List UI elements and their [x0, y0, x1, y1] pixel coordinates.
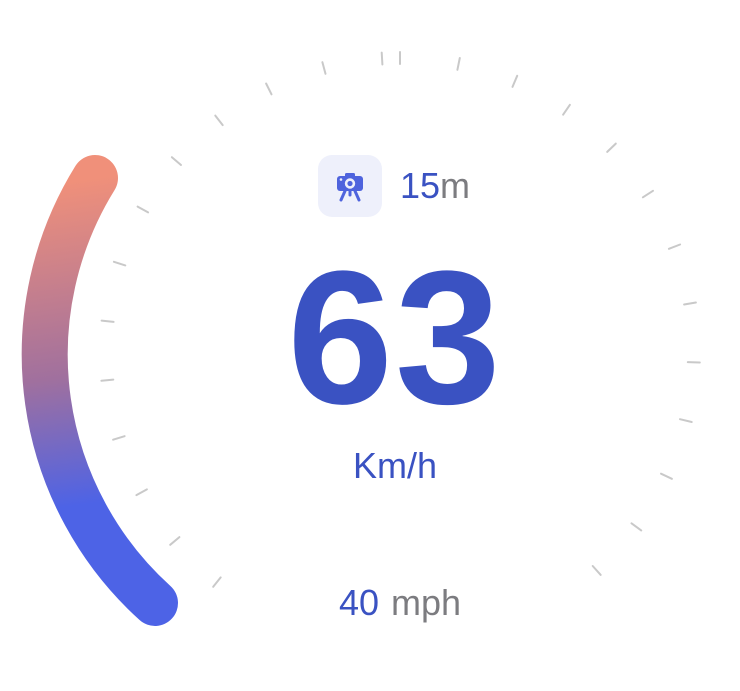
gauge-tick: [112, 435, 126, 441]
gauge-tick: [214, 114, 224, 127]
gauge-tick: [667, 243, 682, 250]
gauge-tick: [169, 536, 181, 546]
current-speed-value: 63: [287, 232, 503, 444]
gauge-tick: [679, 418, 693, 423]
gauge-tick: [136, 205, 150, 214]
gauge-tick: [683, 301, 697, 306]
gauge-tick: [511, 74, 519, 88]
speed-camera-icon: [337, 173, 363, 202]
gauge-tick: [591, 565, 602, 576]
camera-distance-value: 15: [400, 165, 441, 206]
gauge-tick: [170, 156, 182, 166]
gauge-tick: [265, 82, 273, 96]
gauge-tick: [112, 260, 127, 267]
gauge-tick: [606, 142, 617, 153]
speed-limit: 40 mph: [200, 580, 600, 626]
gauge-tick: [630, 522, 643, 532]
gauge-tick: [100, 378, 115, 382]
speed-camera-badge[interactable]: [318, 155, 382, 217]
gauge-tick: [456, 57, 461, 71]
gauge-tick: [135, 488, 148, 497]
gauge-tick: [321, 61, 327, 75]
speed-limit-unit: mph: [391, 582, 462, 623]
gauge-tick: [100, 319, 115, 323]
gauge-tick: [562, 103, 571, 116]
gauge-tick: [641, 189, 654, 199]
gauge-tick: [380, 51, 384, 66]
speed-progress-arc: [21, 155, 178, 626]
gauge-tick: [660, 472, 673, 480]
camera-distance: 15m: [400, 164, 470, 208]
camera-distance-unit: m: [440, 165, 471, 206]
speed-unit-label: Km/h: [352, 445, 438, 486]
speed-limit-value: 40: [338, 582, 379, 623]
